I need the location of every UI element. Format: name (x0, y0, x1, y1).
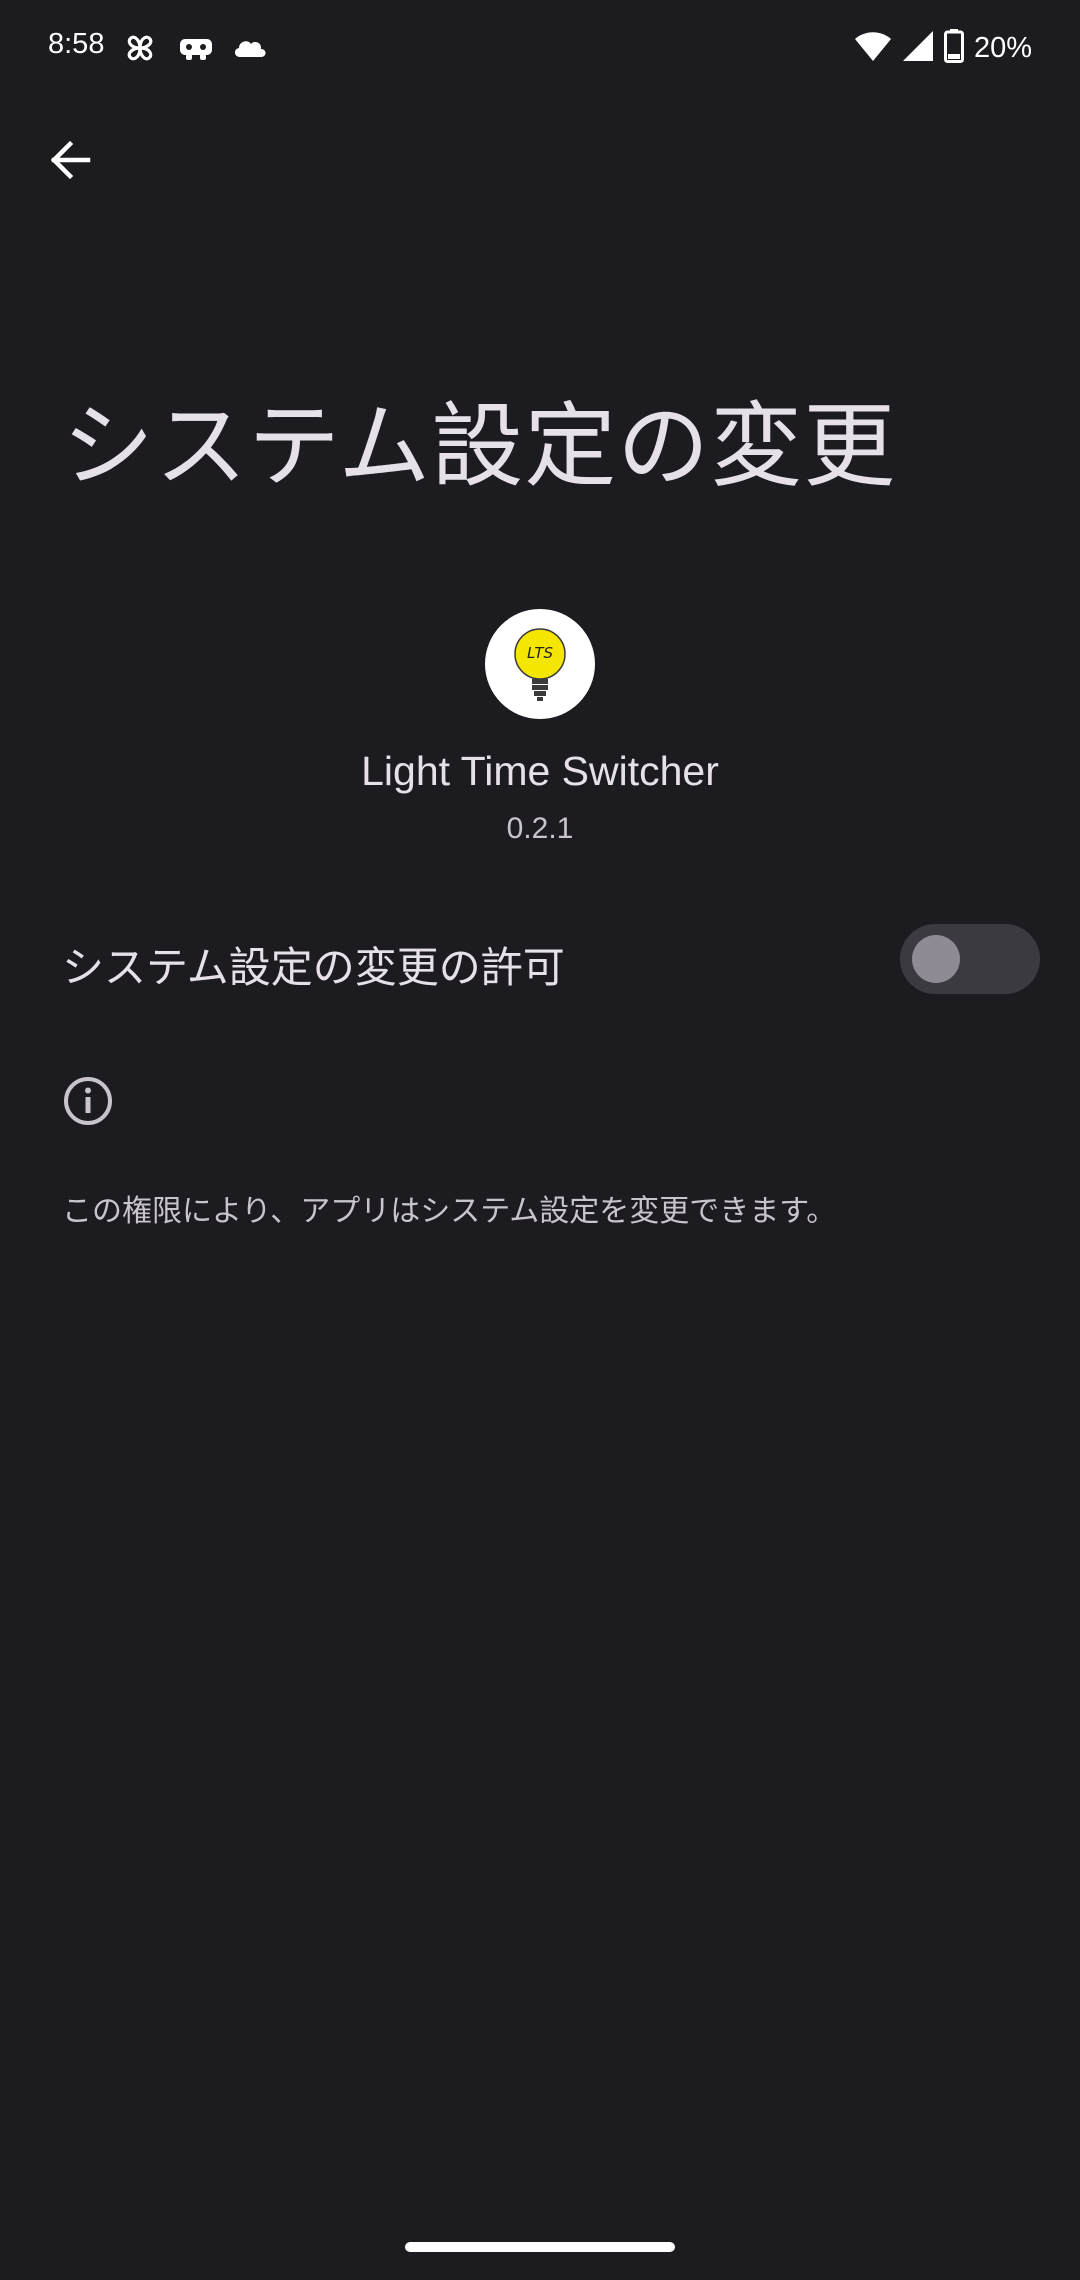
toggle-thumb (912, 935, 960, 983)
lightbulb-icon: LTS (514, 628, 566, 701)
app-version: 0.2.1 (506, 812, 574, 845)
app-icon-text: LTS (527, 644, 554, 662)
back-button[interactable] (38, 130, 102, 194)
allow-modify-system-settings-row[interactable]: システム設定の変更の許可 (0, 900, 1080, 1020)
app-icon: LTS (485, 609, 595, 719)
setting-label: システム設定の変更の許可 (62, 943, 565, 992)
app-name: Light Time Switcher (361, 748, 719, 794)
battery-percentage: 20% (973, 31, 1032, 64)
status-system-icons: 20% (854, 28, 1032, 68)
status-time: 8:58 (48, 28, 105, 60)
status-bar: 8:58 20% (0, 0, 1080, 96)
page-title: システム設定の変更 (62, 393, 897, 500)
cloud-icon (230, 28, 270, 68)
game-controller-icon (176, 28, 216, 68)
allow-modify-system-settings-toggle[interactable] (900, 924, 1040, 994)
signal-icon (902, 30, 934, 66)
info-icon (62, 1075, 114, 1127)
wifi-icon (854, 30, 892, 66)
pinwheel-icon (120, 28, 160, 68)
info-description: この権限により、アプリはシステム設定を変更できます。 (62, 1194, 837, 1229)
gesture-navigation-handle[interactable] (405, 2242, 675, 2252)
battery-icon (943, 29, 964, 67)
arrow-left-icon (48, 138, 92, 186)
